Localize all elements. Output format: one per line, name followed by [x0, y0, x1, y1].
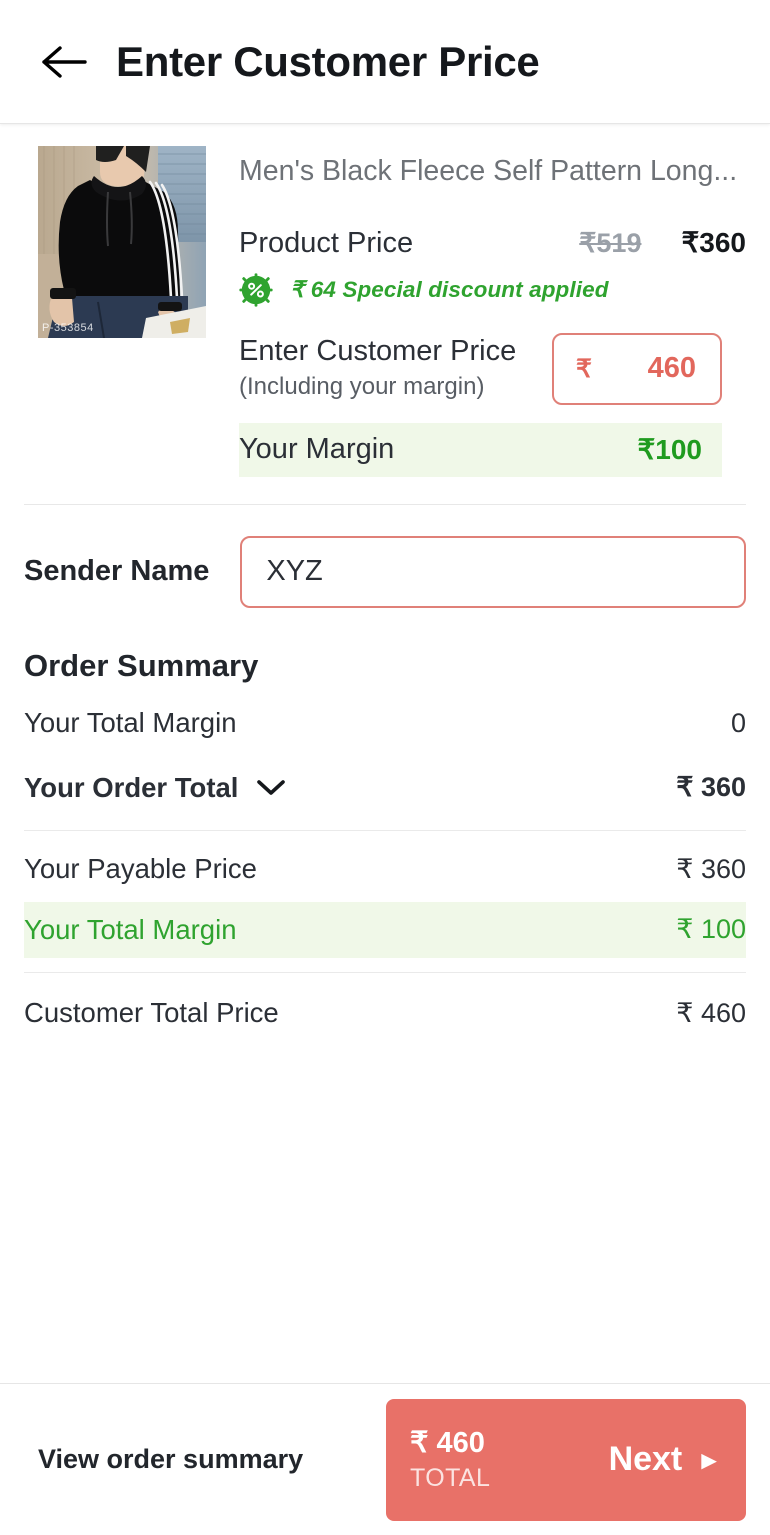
- product-block: P-353854 Men's Black Fleece Self Pattern…: [0, 124, 770, 477]
- product-thumbnail[interactable]: P-353854: [38, 146, 206, 338]
- enter-price-labels: Enter Customer Price (Including your mar…: [239, 335, 552, 401]
- discount-text: ₹ 64 Special discount applied: [290, 276, 609, 302]
- product-price-label: Product Price: [239, 226, 414, 259]
- next-total-block: ₹ 460 TOTAL: [410, 1427, 490, 1491]
- product-price-row: Product Price ₹519 ₹360: [239, 226, 746, 260]
- discount-row: ₹ 64 Special discount applied: [239, 273, 746, 307]
- summary-divider-top: [24, 829, 746, 831]
- back-button[interactable]: [40, 38, 88, 86]
- sender-name-row: Sender Name XYZ: [0, 535, 770, 608]
- page-title: Enter Customer Price: [116, 37, 540, 85]
- row-value: ₹ 100: [676, 914, 746, 945]
- enter-customer-price-row: Enter Customer Price (Including your mar…: [239, 332, 746, 405]
- summary-row-total-margin-green: Your Total Margin ₹ 100: [24, 901, 746, 958]
- product-details: Men's Black Fleece Self Pattern Long... …: [206, 146, 746, 477]
- bottom-action-bar: View order summary ₹ 460 TOTAL Next ►: [0, 1383, 770, 1535]
- arrow-left-icon: [41, 44, 87, 80]
- summary-row-payable-price: Your Payable Price ₹ 360: [24, 845, 746, 894]
- row-value: 0: [730, 707, 746, 738]
- summary-row-total-margin: Your Total Margin 0: [24, 699, 746, 748]
- app-header: Enter Customer Price: [0, 0, 770, 124]
- your-margin-label: Your Margin: [239, 433, 395, 466]
- order-summary-title: Order Summary: [24, 647, 259, 683]
- enter-customer-price-screen: Enter Customer Price P-353854 Men's Blac…: [0, 0, 770, 1535]
- row-label: Customer Total Price: [24, 997, 279, 1029]
- percent-badge-icon: [239, 273, 273, 307]
- customer-price-value: 460: [647, 352, 696, 385]
- sender-name-input[interactable]: XYZ: [240, 535, 746, 608]
- next-button-label: Next: [608, 1440, 683, 1478]
- row-value: ₹ 360: [676, 853, 746, 884]
- view-order-summary-link[interactable]: View order summary: [38, 1444, 303, 1475]
- next-button[interactable]: ₹ 460 TOTAL Next ►: [386, 1398, 746, 1521]
- row-label-wrap: Your Order Total: [24, 772, 286, 804]
- your-margin-strip: Your Margin ₹100: [239, 422, 722, 477]
- summary-row-order-total[interactable]: Your Order Total ₹ 360: [24, 760, 746, 816]
- rupee-symbol-icon: ₹: [576, 354, 592, 383]
- enter-price-sublabel: (Including your margin): [239, 373, 485, 401]
- sender-name-label: Sender Name: [24, 555, 210, 588]
- row-label: Your Order Total: [24, 771, 239, 803]
- order-summary-section: Order Summary Your Total Margin 0 Your O…: [0, 648, 770, 1038]
- next-total-amount: ₹ 460: [410, 1427, 485, 1460]
- summary-row-customer-total: Customer Total Price ₹ 460: [24, 989, 746, 1038]
- product-price-current: ₹360: [681, 226, 746, 258]
- next-total-caption: TOTAL: [410, 1463, 491, 1492]
- enter-price-label: Enter Customer Price: [239, 335, 517, 368]
- next-button-label-wrap: Next ►: [609, 1440, 722, 1479]
- play-triangle-icon: ►: [696, 1444, 722, 1475]
- product-divider: [24, 503, 746, 505]
- row-value: ₹ 460: [676, 997, 746, 1028]
- chevron-down-icon[interactable]: [256, 779, 286, 797]
- row-label: Your Payable Price: [24, 853, 257, 885]
- product-title: Men's Black Fleece Self Pattern Long...: [239, 155, 738, 187]
- customer-price-input[interactable]: ₹ 460: [552, 332, 722, 405]
- row-label: Your Total Margin: [24, 707, 237, 739]
- product-price-original: ₹519: [579, 227, 642, 258]
- row-label: Your Total Margin: [24, 913, 237, 945]
- your-margin-value: ₹100: [637, 434, 702, 466]
- image-watermark: P-353854: [42, 322, 94, 334]
- summary-divider-bottom: [24, 971, 746, 973]
- scroll-body: P-353854 Men's Black Fleece Self Pattern…: [0, 124, 770, 1383]
- row-value: ₹ 360: [676, 772, 746, 803]
